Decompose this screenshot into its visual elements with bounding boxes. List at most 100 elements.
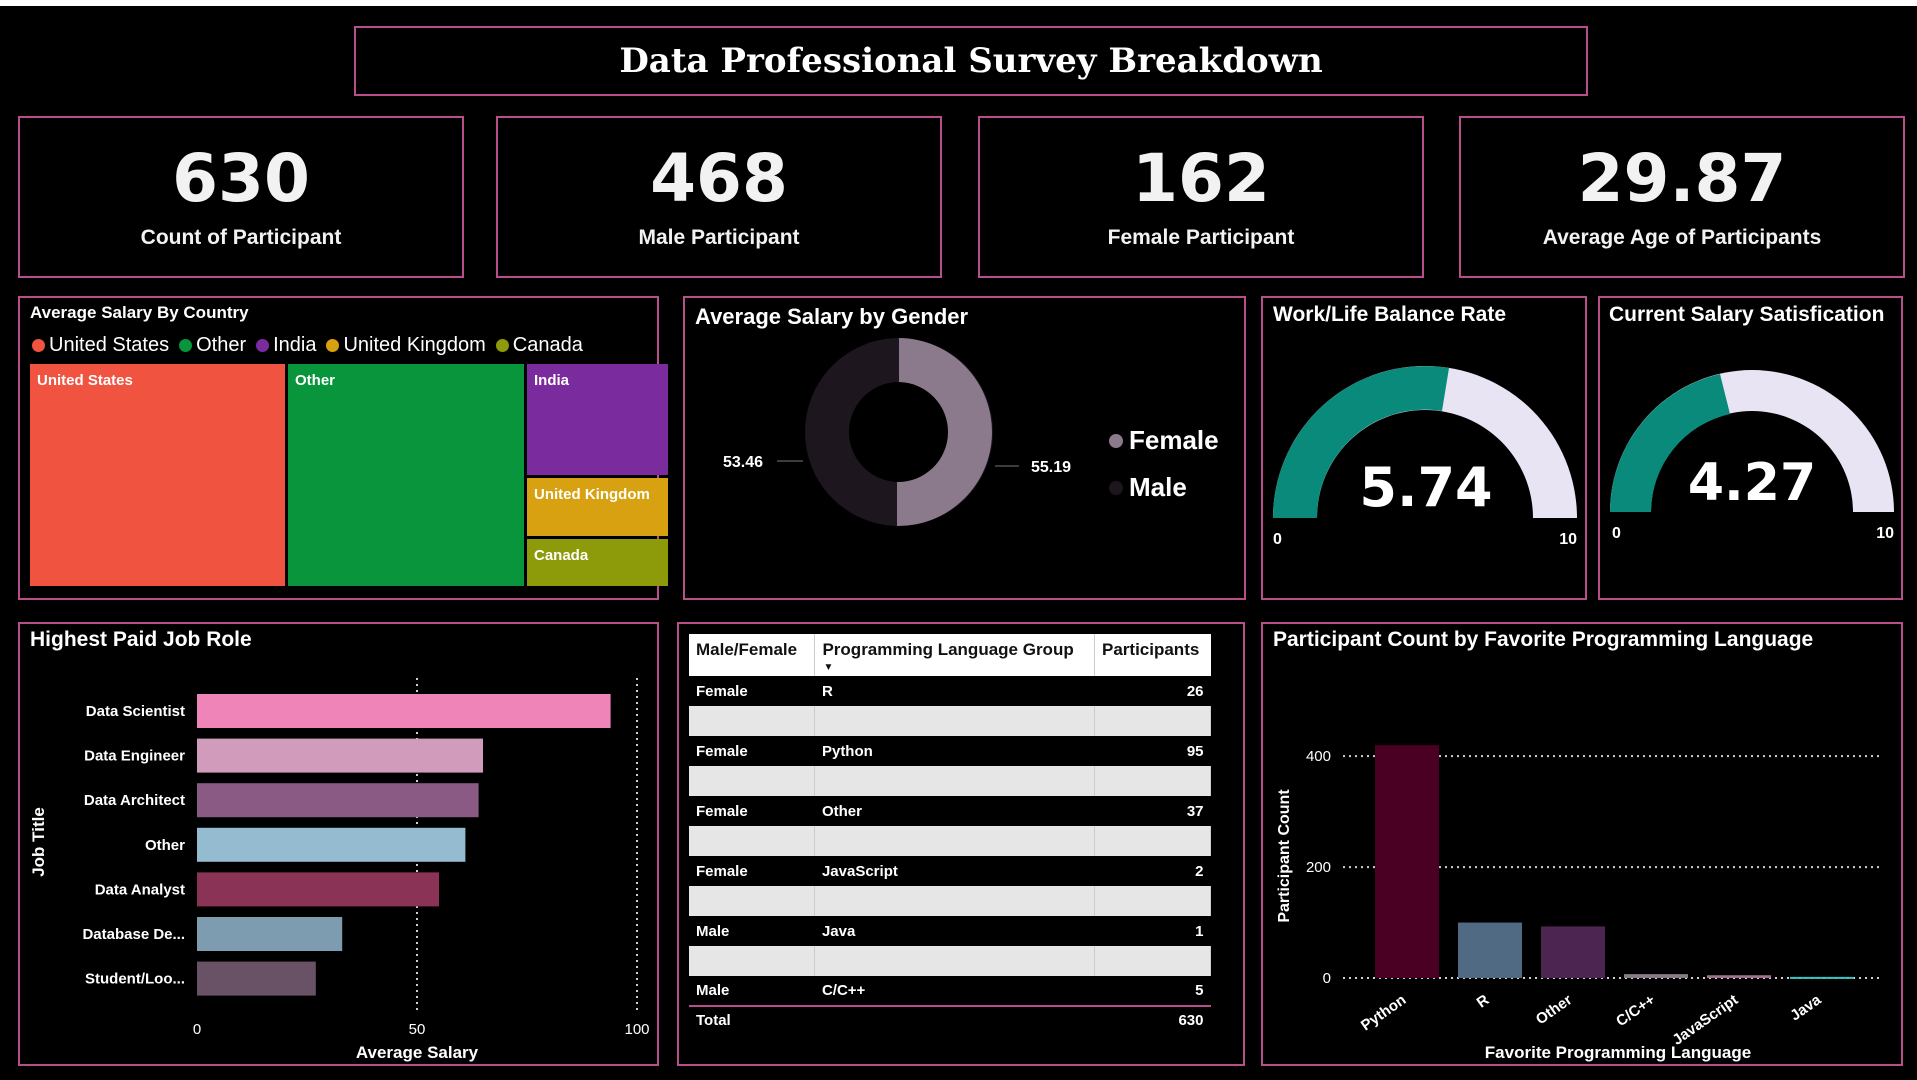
bar-3[interactable] [197, 827, 466, 862]
bar-4[interactable] [1707, 975, 1771, 978]
treemap-tile-united-kingdom[interactable]: United Kingdom [527, 478, 668, 536]
treemap-tile-united-states[interactable]: United States [30, 364, 285, 586]
bar-0[interactable] [1375, 745, 1439, 978]
cell-gender: Female [696, 682, 748, 700]
x-tick-label: 0 [193, 1021, 201, 1038]
donut-label-right: 55.19 [1031, 459, 1071, 476]
kpi-card-female[interactable]: 162 Female Participant [978, 116, 1424, 278]
y-category-label: Database De... [82, 926, 185, 943]
legend-item-united-states[interactable]: United States [32, 334, 169, 357]
treemap-legend: United States Other India United Kingdom… [32, 334, 583, 357]
table-row-blank [689, 706, 1211, 736]
kpi-label: Average Age of Participants [1542, 226, 1822, 249]
y-category-label: Data Engineer [84, 748, 185, 765]
language-chart-panel[interactable]: Participant Count by Favorite Programmin… [1261, 622, 1903, 1066]
cell-empty [1094, 946, 1211, 976]
kpi-label: Count of Participant [140, 226, 342, 249]
y-category-label: Other [145, 837, 185, 854]
cell-gender: Female [696, 862, 748, 880]
donut-chart: 53.46 55.19 Female Male [723, 338, 1219, 527]
legend-label-male[interactable]: Male [1129, 472, 1187, 502]
treemap-tile-other[interactable]: Other [288, 364, 524, 586]
bar-6[interactable] [197, 961, 316, 996]
bar-5[interactable] [1790, 976, 1854, 979]
cell-empty [814, 826, 1095, 856]
table-row[interactable]: Female JavaScript 2 [689, 856, 1211, 886]
legend-dot [326, 339, 340, 352]
cell-gender: Female [696, 742, 748, 760]
sort-desc-icon[interactable]: ▼ [823, 662, 833, 673]
y-tick-label: 0 [1323, 970, 1331, 987]
bar-3[interactable] [1624, 974, 1688, 978]
dashboard-title: Data Professional Survey Breakdown [619, 41, 1323, 81]
gauge-value: 5.74 [1359, 456, 1492, 519]
legend-item-other[interactable]: Other [179, 334, 246, 357]
y-category-label: Data Analyst [95, 881, 185, 898]
cell-empty [689, 766, 816, 796]
cell-gender: Male [696, 982, 730, 999]
gauge-min: 0 [1273, 531, 1282, 548]
y-axis-title: Job Title [29, 807, 48, 877]
donut-slice-female[interactable] [897, 338, 993, 527]
legend-label-female[interactable]: Female [1129, 425, 1219, 455]
legend-item-canada[interactable]: Canada [495, 334, 583, 357]
y-category-label: Student/Loo... [85, 971, 185, 988]
x-category-label: Other [1533, 991, 1576, 1028]
bar-1[interactable] [1458, 922, 1522, 978]
treemap-tile-india[interactable]: India [527, 364, 668, 475]
cell-count: 26 [1186, 682, 1204, 700]
x-category-label: JavaScript [1669, 991, 1741, 1048]
kpi-card-male[interactable]: 468 Male Participant [496, 116, 942, 278]
bar-1[interactable] [197, 738, 483, 773]
kpi-card-age[interactable]: 29.87 Average Age of Participants [1459, 116, 1905, 278]
cell-empty [1094, 766, 1211, 796]
bar-5[interactable] [197, 917, 343, 951]
cell-language: Java [821, 922, 856, 940]
table-row-blank [689, 826, 1211, 856]
table-row[interactable]: Female Python 95 [689, 736, 1211, 766]
gender-donut-panel[interactable]: Average Salary by Gender 53.46 55.19 Fem… [683, 296, 1246, 600]
y-tick-label: 200 [1306, 859, 1331, 876]
column-header-gender[interactable]: Male/Female [689, 634, 816, 676]
table-row[interactable]: Male C/C++ 5 [689, 976, 1211, 1006]
table-row[interactable]: Male Java 1 [689, 916, 1211, 946]
gauge-min: 0 [1612, 525, 1621, 542]
legend-item-india[interactable]: India [256, 334, 316, 357]
treemap-tile-canada[interactable]: Canada [527, 539, 668, 586]
cell-empty [814, 1005, 1095, 1034]
cell-gender: Male [696, 922, 730, 940]
top-strip [0, 0, 1917, 6]
table-total-row: Total 630 [689, 1005, 1211, 1034]
bar-0[interactable] [197, 694, 611, 728]
y-category-label: Data Scientist [86, 703, 185, 720]
cell-count: 95 [1186, 742, 1204, 760]
legend-dot-male [1109, 481, 1123, 495]
bar-4[interactable] [197, 872, 439, 907]
x-category-label: Python [1358, 991, 1409, 1034]
table-row-blank [689, 886, 1211, 916]
x-category-label: Java [1787, 991, 1825, 1024]
legend-item-united-kingdom[interactable]: United Kingdom [326, 334, 486, 357]
gauge-panel-work-life[interactable]: Work/Life Balance Rate 5.74 0 10 [1261, 296, 1587, 600]
legend-label: Other [196, 334, 247, 356]
table-row[interactable]: Female Other 37 [689, 796, 1211, 826]
column-header-participants[interactable]: Participants [1094, 634, 1211, 676]
cell-empty [814, 886, 1095, 916]
cell-gender: Female [696, 802, 748, 820]
gauge-max: 10 [1559, 531, 1577, 548]
language-table-panel[interactable]: Male/Female Programming Language Group ▼ … [677, 622, 1245, 1066]
cell-language: Other [821, 802, 862, 820]
legend-label: United Kingdom [343, 334, 486, 356]
bar-2[interactable] [197, 783, 479, 818]
job-role-chart-panel[interactable]: Highest Paid Job Role 0 50 100 Data Scienti… [18, 622, 659, 1066]
cell-total-label: Total [689, 1005, 815, 1034]
bar-2[interactable] [1541, 926, 1605, 978]
cell-empty [1094, 886, 1211, 916]
table-row[interactable]: Female R 26 [689, 676, 1211, 706]
kpi-card-count[interactable]: 630 Count of Participant [18, 116, 464, 278]
treemap-panel[interactable]: Average Salary By Country United States … [18, 296, 668, 600]
y-axis-title: Participant Count [1276, 789, 1293, 923]
column-header-language[interactable]: Programming Language Group ▼ [814, 634, 1095, 676]
gauge-panel-salary-satisfaction[interactable]: Current Salary Satisfication 4.27 0 10 [1598, 296, 1903, 600]
cell-total-value: 630 [1094, 1005, 1211, 1034]
